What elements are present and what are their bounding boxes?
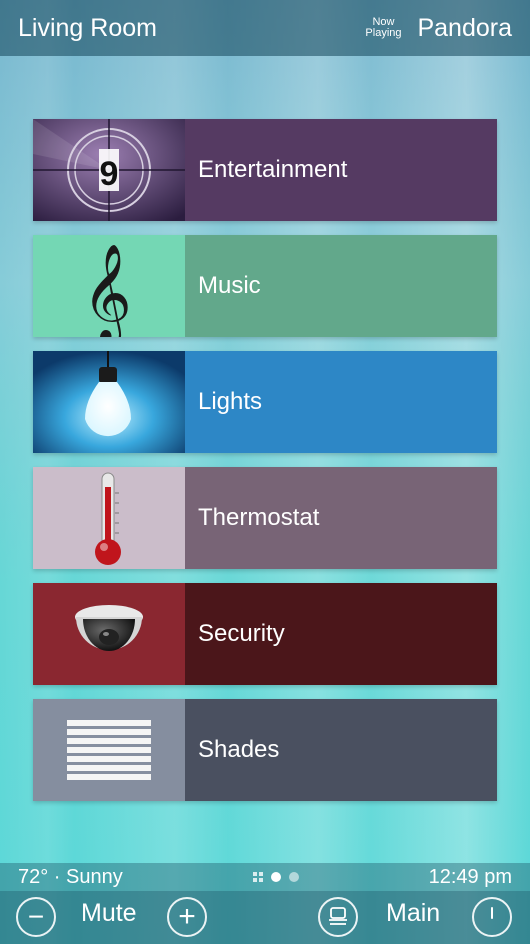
status-bar: 72° · Sunny 12:49 pm (0, 863, 530, 891)
tile-music[interactable]: 𝄞 Music (33, 235, 497, 337)
security-camera-icon (33, 583, 185, 685)
tile-security[interactable]: Security (33, 583, 497, 685)
thermometer-icon (33, 467, 185, 569)
tile-shades[interactable]: Shades (33, 699, 497, 801)
minus-icon: − (27, 901, 45, 932)
tile-label: Thermostat (185, 467, 497, 569)
main-button[interactable]: Main (386, 899, 440, 928)
tile-label: Music (185, 235, 497, 337)
svg-text:𝄞: 𝄞 (82, 243, 132, 337)
tile-lights[interactable]: Lights (33, 351, 497, 453)
tile-label: Security (185, 583, 497, 685)
countdown-number: 9 (100, 155, 119, 193)
page-indicator[interactable] (252, 872, 299, 882)
source-name[interactable]: Pandora (417, 14, 512, 43)
clock-text: 12:49 pm (428, 865, 512, 888)
page-dot-1[interactable] (270, 872, 281, 882)
window-blinds-icon (33, 699, 185, 801)
light-bulb-icon (33, 351, 185, 453)
treble-clef-icon: 𝄞 (33, 235, 185, 337)
volume-down-button[interactable]: − (16, 897, 56, 937)
tile-label: Entertainment (185, 119, 497, 221)
tile-label: Lights (185, 351, 497, 453)
top-bar: Living Room Now Playing Pandora (0, 0, 530, 56)
room-name[interactable]: Living Room (18, 14, 157, 43)
room-menu: 9 Entertainment 𝄞 Music Lights Thermosta… (33, 119, 497, 815)
control-bar: − Mute + Main (0, 891, 530, 944)
plus-icon: + (178, 900, 196, 933)
now-playing[interactable]: Now Playing Pandora (363, 14, 512, 43)
film-countdown-icon: 9 (33, 119, 185, 221)
power-icon (491, 907, 493, 919)
tile-entertainment[interactable]: 9 Entertainment (33, 119, 497, 221)
now-playing-label: Now Playing (365, 16, 402, 39)
keypad-icon (329, 907, 347, 925)
power-button[interactable] (472, 897, 512, 937)
volume-up-button[interactable]: + (167, 897, 207, 937)
page-dot-2[interactable] (288, 872, 299, 882)
grid-icon[interactable] (252, 872, 263, 882)
mute-button[interactable]: Mute (81, 899, 137, 928)
remote-keypad-button[interactable] (318, 897, 358, 937)
tile-thermostat[interactable]: Thermostat (33, 467, 497, 569)
tile-label: Shades (185, 699, 497, 801)
weather-text: 72° · Sunny (18, 865, 123, 888)
